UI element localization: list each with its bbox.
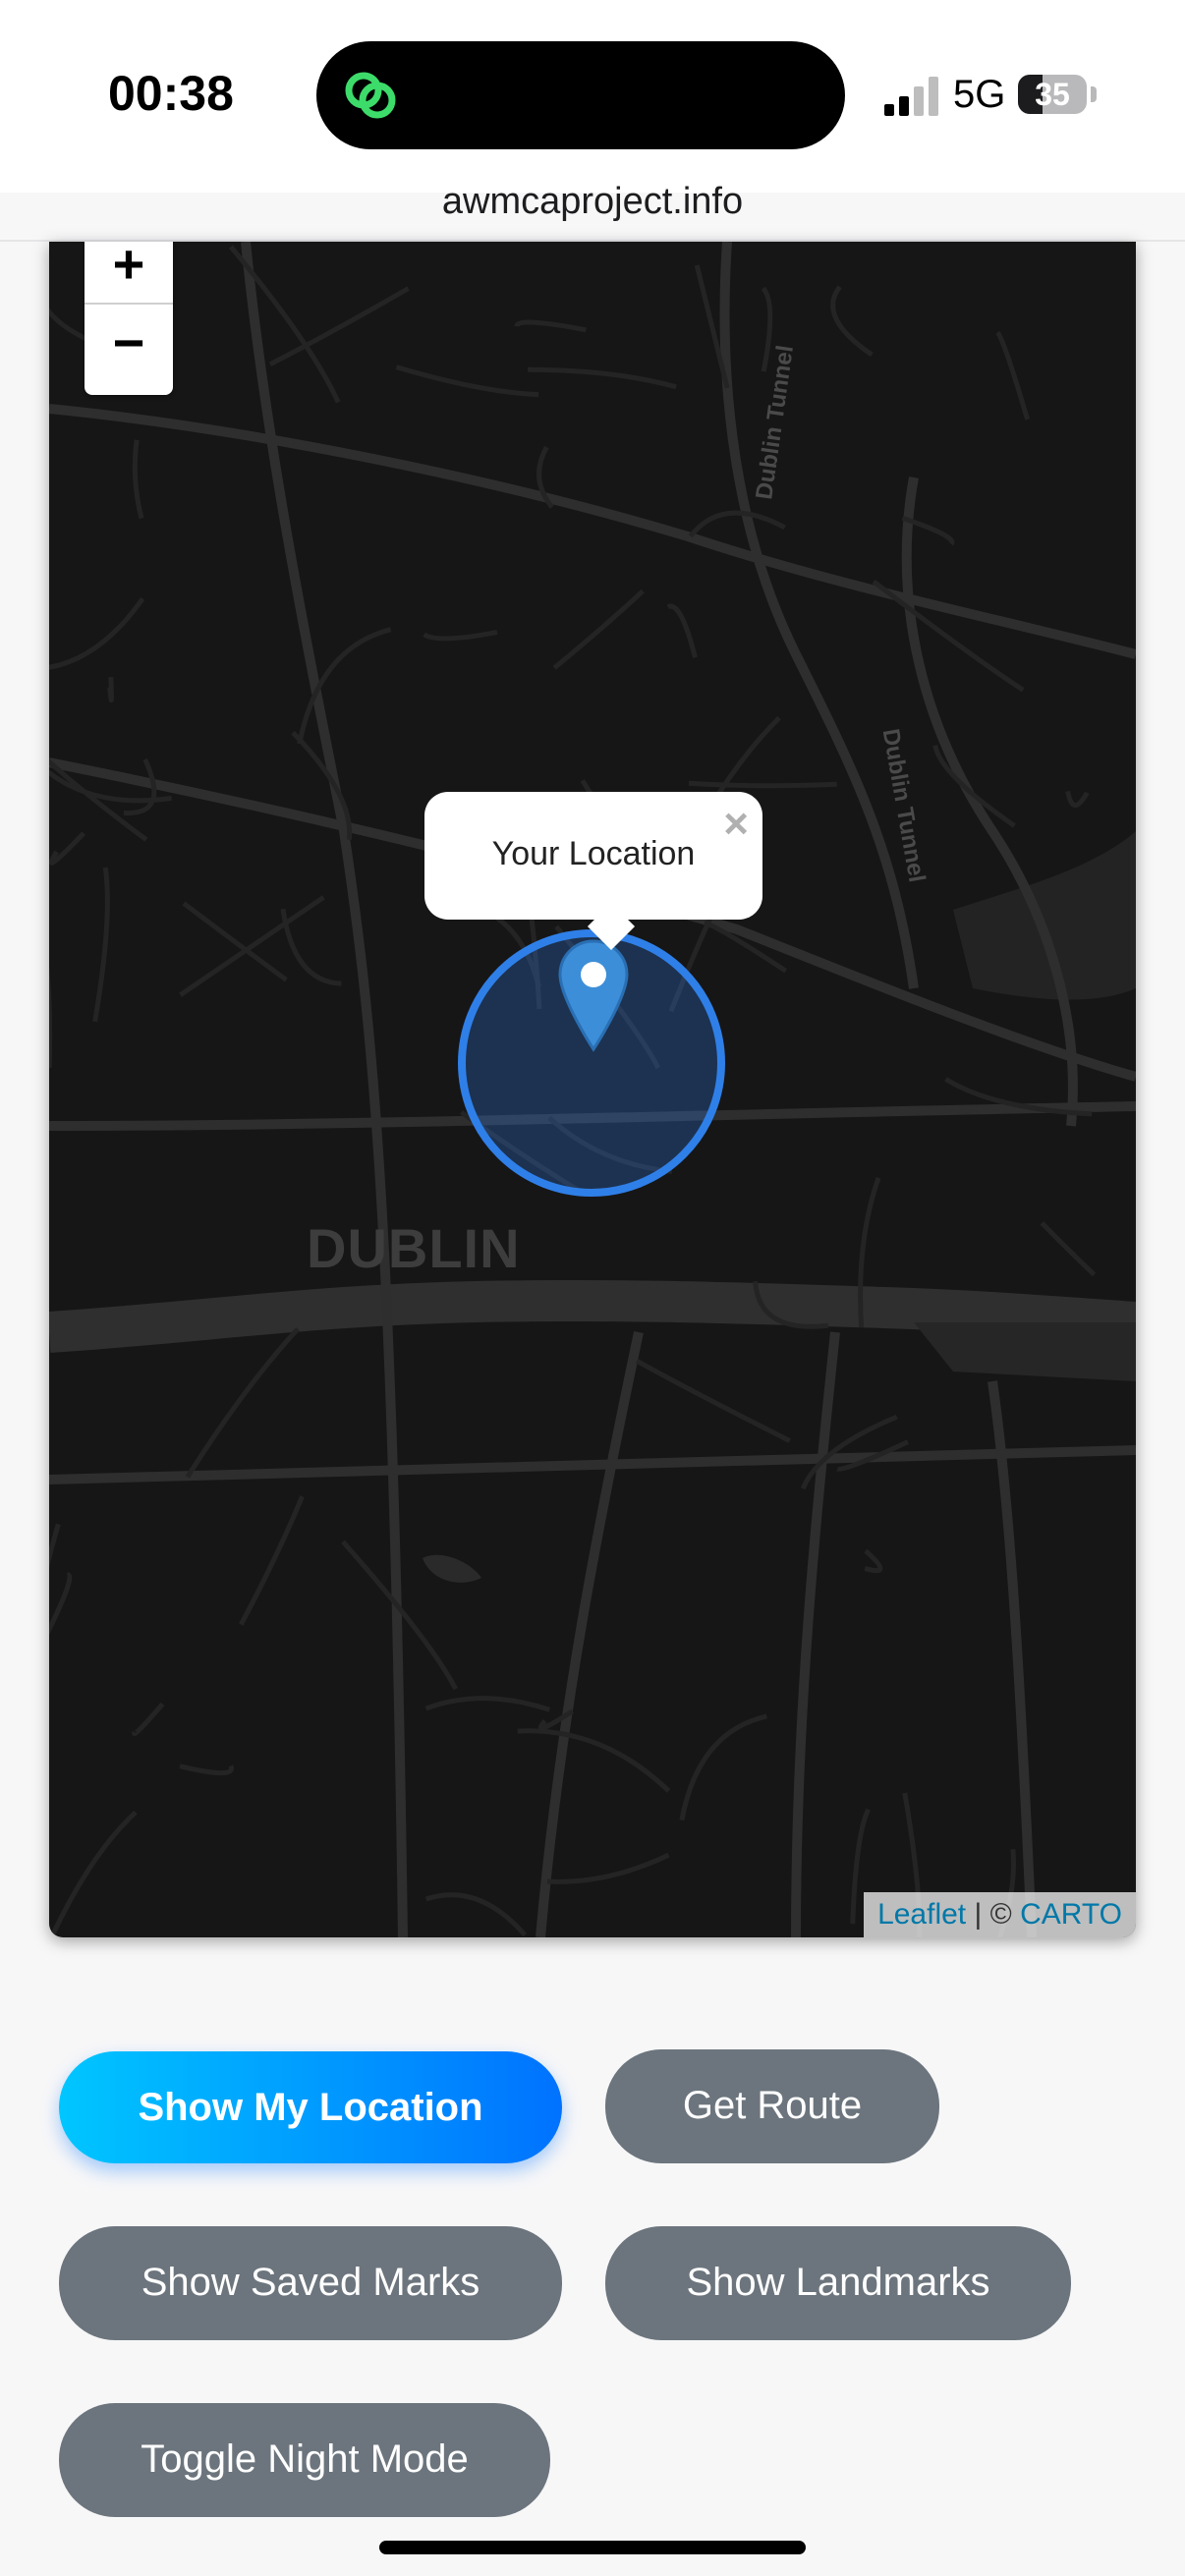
minor-street bbox=[514, 319, 587, 333]
minor-street bbox=[51, 1810, 138, 1934]
show-saved-marks-button[interactable]: Show Saved Marks bbox=[59, 2226, 562, 2340]
minor-street bbox=[185, 1326, 300, 1479]
minor-street bbox=[179, 1764, 234, 1776]
minor-street bbox=[49, 1523, 61, 1569]
popup-text: Your Location bbox=[491, 835, 696, 872]
popup-close-button[interactable]: × bbox=[723, 800, 749, 849]
minor-street bbox=[864, 1548, 883, 1574]
minor-street bbox=[546, 1852, 670, 1884]
city-label: DUBLIN bbox=[307, 1217, 521, 1279]
minor-street bbox=[49, 965, 53, 1068]
status-time: 00:38 bbox=[108, 66, 234, 121]
minor-street bbox=[424, 1696, 551, 1712]
zoom-out-button[interactable]: − bbox=[85, 303, 173, 379]
minor-street bbox=[995, 330, 1031, 420]
leaflet-link[interactable]: Leaflet bbox=[877, 1898, 966, 1931]
minor-street bbox=[761, 286, 773, 372]
url-display[interactable]: awmcaproject.info bbox=[0, 181, 1185, 223]
minor-street bbox=[395, 364, 539, 398]
minor-street bbox=[132, 439, 144, 520]
battery-nub bbox=[1091, 86, 1097, 102]
attribution-copyright: © bbox=[989, 1898, 1012, 1931]
cellular-signal-icon bbox=[884, 77, 938, 116]
show-landmarks-button[interactable]: Show Landmarks bbox=[605, 2226, 1071, 2340]
network-type: 5G bbox=[953, 73, 1006, 116]
minor-street bbox=[49, 831, 85, 866]
minor-street bbox=[517, 1728, 671, 1793]
minor-street bbox=[49, 1572, 73, 1636]
minor-street bbox=[1065, 790, 1090, 809]
zoom-control: + − bbox=[85, 242, 173, 395]
minor-street bbox=[179, 895, 325, 997]
minor-street bbox=[132, 1702, 165, 1736]
minor-street bbox=[666, 603, 698, 658]
map-attribution: Leaflet | © CARTO bbox=[864, 1892, 1136, 1937]
battery-icon: 35 bbox=[1018, 75, 1087, 114]
minor-street bbox=[635, 1358, 791, 1443]
minor-street bbox=[228, 245, 341, 404]
minor-street bbox=[92, 867, 110, 1023]
dynamic-island bbox=[316, 41, 845, 149]
status-bar: 00:38 5G 35 awmcaproject.info bbox=[0, 0, 1185, 222]
carto-link[interactable]: CARTO bbox=[1020, 1898, 1122, 1931]
minor-street bbox=[552, 588, 645, 670]
app-activity-icon bbox=[345, 72, 396, 119]
toggle-night-mode-button[interactable]: Toggle Night Mode bbox=[59, 2403, 550, 2517]
show-my-location-button[interactable]: Show My Location bbox=[59, 2051, 562, 2163]
location-popup: Your Location × bbox=[424, 792, 762, 920]
zoom-in-button[interactable]: + bbox=[85, 242, 173, 303]
minor-street bbox=[182, 901, 288, 982]
minor-street bbox=[424, 1892, 528, 1937]
minor-street bbox=[107, 677, 114, 702]
attribution-separator: | bbox=[974, 1898, 983, 1931]
minor-street bbox=[830, 285, 874, 358]
minor-street bbox=[527, 366, 677, 390]
battery-percent: 35 bbox=[1035, 77, 1070, 112]
minor-street bbox=[688, 780, 837, 789]
map-view[interactable]: Dublin Tunnel Dublin Tunnel DUBLIN Your … bbox=[49, 242, 1136, 1937]
get-route-button[interactable]: Get Route bbox=[605, 2049, 939, 2163]
minor-street bbox=[49, 596, 145, 670]
location-marker-icon[interactable] bbox=[556, 939, 631, 1053]
minor-street bbox=[688, 510, 786, 538]
minor-street bbox=[679, 1713, 767, 1821]
minor-street bbox=[239, 1495, 305, 1626]
minor-street bbox=[872, 579, 1025, 693]
minor-street bbox=[423, 630, 498, 642]
home-indicator bbox=[379, 2541, 806, 2554]
minor-street bbox=[1040, 1221, 1097, 1277]
